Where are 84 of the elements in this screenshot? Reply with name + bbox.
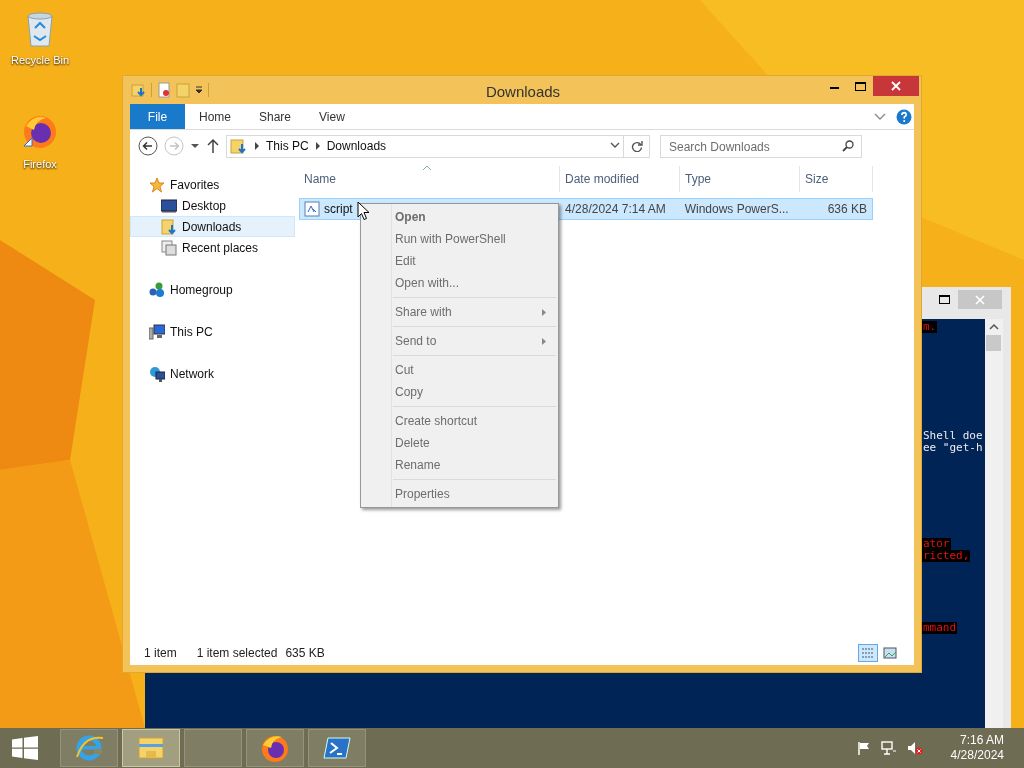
close-icon xyxy=(891,81,901,91)
menu-item[interactable]: Edit xyxy=(361,250,558,272)
menu-item[interactable]: Share with xyxy=(361,301,558,323)
column-header[interactable]: Size xyxy=(800,166,873,192)
breadcrumb[interactable]: This PC xyxy=(266,137,309,155)
console-line: Shell doe xyxy=(922,430,984,442)
mouse-cursor-icon xyxy=(357,201,370,221)
ribbon-tab[interactable]: View xyxy=(305,104,359,129)
menu-item[interactable]: Send to xyxy=(361,330,558,352)
details-view-button[interactable] xyxy=(858,644,878,662)
column-header[interactable]: Type xyxy=(680,166,800,192)
search-icon xyxy=(842,139,854,152)
address-bar[interactable]: This PC Downloads xyxy=(226,134,650,158)
folder-download-icon xyxy=(131,82,147,98)
file-name: script xyxy=(324,201,353,218)
recent-locations-icon xyxy=(190,141,200,151)
submenu-arrow-icon xyxy=(542,337,546,345)
new-folder-icon xyxy=(176,82,190,98)
browser-e-icon xyxy=(74,733,104,763)
network-icon xyxy=(149,365,165,382)
nav-item[interactable]: Recent places xyxy=(130,237,295,258)
flag-icon xyxy=(856,741,871,755)
taskbar-button[interactable] xyxy=(246,729,304,767)
computer-icon xyxy=(149,323,165,340)
menu-item[interactable]: Delete xyxy=(361,432,558,454)
recent-places-icon xyxy=(161,239,177,256)
nav-item[interactable]: Desktop xyxy=(130,195,295,216)
star-icon xyxy=(149,176,165,193)
nav-header[interactable]: Homegroup xyxy=(130,279,295,300)
up-icon xyxy=(206,138,220,154)
submenu-arrow-icon xyxy=(542,308,546,316)
taskbar-button[interactable] xyxy=(60,729,118,767)
ribbon-tab[interactable]: Home xyxy=(185,104,245,129)
ribbon-tab[interactable]: Share xyxy=(245,104,306,129)
close-button[interactable] xyxy=(873,76,919,96)
homegroup-icon xyxy=(149,281,165,298)
nav-header[interactable]: Network xyxy=(130,363,295,384)
selection-size: 635 KB xyxy=(285,645,325,662)
search-field[interactable]: Search Downloads xyxy=(660,135,862,159)
back-icon xyxy=(138,136,158,156)
file-tab[interactable]: File xyxy=(130,104,185,129)
thumbnail-view-icon xyxy=(883,647,897,659)
close-icon xyxy=(975,294,985,305)
windows-icon xyxy=(12,736,38,760)
forward-icon xyxy=(164,136,184,156)
menu-item[interactable]: Copy xyxy=(361,381,558,403)
expand-ribbon-icon xyxy=(874,111,886,122)
menu-item[interactable]: Properties xyxy=(361,483,558,505)
script-file-icon xyxy=(304,201,320,217)
selection-count: 1 item selected xyxy=(196,645,278,662)
nav-header[interactable]: This PC xyxy=(130,321,295,342)
sort-icon xyxy=(423,165,431,170)
clock-date[interactable]: 4/28/2024 xyxy=(950,748,1004,763)
column-header[interactable]: Name xyxy=(299,166,560,192)
nav-header[interactable]: Favorites xyxy=(130,174,295,195)
menu-item[interactable]: Cut xyxy=(361,359,558,381)
menu-item[interactable]: Create shortcut xyxy=(361,410,558,432)
menu-item[interactable]: Run with PowerShell xyxy=(361,228,558,250)
network-icon xyxy=(880,741,897,755)
date-cell-text: 4/28/2024 7:14 AM xyxy=(564,201,667,218)
refresh-icon xyxy=(630,140,643,152)
nav-item[interactable]: Downloads xyxy=(130,216,295,237)
speaker-muted-icon xyxy=(906,741,923,755)
clock-time[interactable]: 7:16 AM xyxy=(959,733,1004,748)
taskbar-button[interactable] xyxy=(308,729,366,767)
menu-item[interactable]: Open with... xyxy=(361,272,558,294)
type-cell-text: Windows PowerS... xyxy=(683,201,790,218)
menu-item[interactable]: Rename xyxy=(361,454,558,476)
item-count: 1 item xyxy=(144,645,177,662)
size-cell-text: 636 KB xyxy=(826,201,868,218)
firefox-icon xyxy=(260,733,290,763)
column-header[interactable]: Date modified xyxy=(560,166,680,192)
thumbnail-view-button[interactable] xyxy=(880,644,900,662)
folder-download-icon xyxy=(161,218,177,235)
monitor-icon xyxy=(161,197,177,214)
scroll-thumb[interactable] xyxy=(986,335,1001,351)
window-title: Downloads xyxy=(484,82,562,102)
folder-download-icon xyxy=(230,138,248,154)
properties-icon xyxy=(156,82,172,98)
chevron-right-icon xyxy=(314,142,321,150)
chevron-right-icon xyxy=(254,142,260,150)
details-view-icon xyxy=(861,647,875,659)
breadcrumb[interactable]: Downloads xyxy=(326,137,387,155)
console-line: ee "get-h xyxy=(922,442,984,454)
